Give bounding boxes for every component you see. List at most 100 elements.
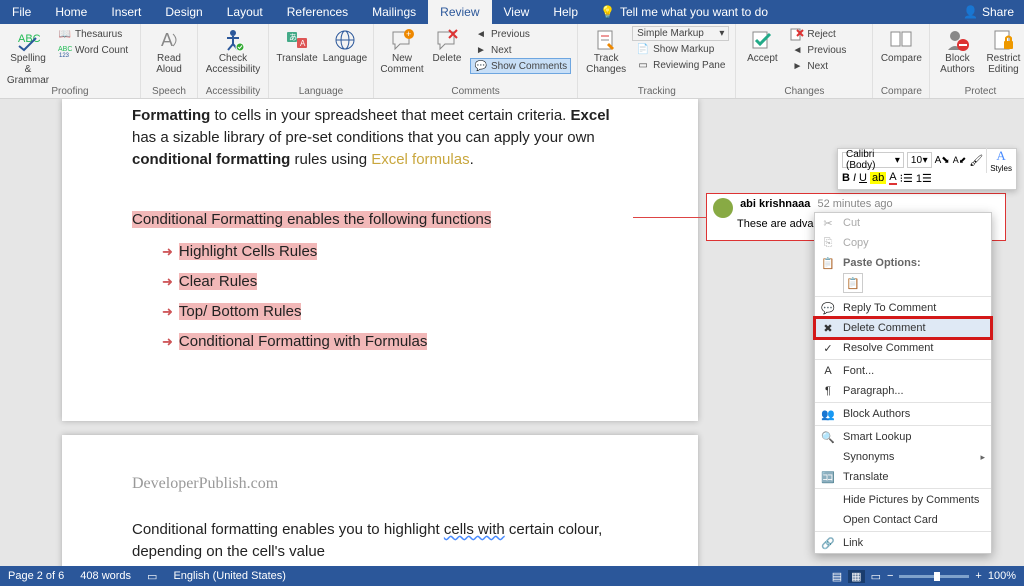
- menu-paragraph[interactable]: ¶Paragraph...: [815, 381, 991, 401]
- markup-dropdown[interactable]: Simple Markup▾: [632, 26, 729, 41]
- delete-comment-button[interactable]: Delete: [428, 26, 466, 64]
- menu-translate[interactable]: 🈁Translate: [815, 467, 991, 487]
- protect-group-label: Protect: [965, 86, 997, 98]
- compare-button[interactable]: Compare: [879, 26, 923, 64]
- menu-resolve-comment[interactable]: ✓Resolve Comment: [815, 338, 991, 358]
- font-color-button[interactable]: A: [889, 171, 896, 185]
- doc-header-watermark: DeveloperPublish.com: [62, 469, 698, 499]
- previous-change-button[interactable]: ◄Previous: [786, 42, 866, 58]
- bold-button[interactable]: B: [842, 172, 850, 184]
- readaloud-button[interactable]: A ReadAloud: [147, 26, 191, 75]
- tab-view[interactable]: View: [492, 0, 542, 24]
- show-markup-button[interactable]: 📄Show Markup: [632, 41, 729, 57]
- reviewing-pane-button[interactable]: ▭Reviewing Pane: [632, 57, 729, 73]
- check-accessibility-button[interactable]: CheckAccessibility: [204, 26, 262, 75]
- restrict-editing-button[interactable]: RestrictEditing: [982, 26, 1024, 75]
- doc-text: Conditional formatting enables you to hi…: [132, 521, 444, 538]
- changes-group-label: Changes: [784, 86, 824, 98]
- tab-design[interactable]: Design: [153, 0, 214, 24]
- next-comment-button[interactable]: ►Next: [470, 42, 571, 58]
- menu-paste-label: Paste Options:: [843, 257, 921, 269]
- styles-icon: A: [996, 148, 1005, 164]
- new-comment-button[interactable]: + NewComment: [380, 26, 424, 75]
- menu-block-authors[interactable]: 👥Block Authors: [815, 404, 991, 424]
- view-web-icon[interactable]: ▭: [871, 570, 881, 583]
- copy-icon: ⎘: [821, 236, 835, 250]
- highlight-button[interactable]: ab: [870, 172, 886, 184]
- menu-font[interactable]: AFont...: [815, 361, 991, 381]
- tab-file[interactable]: File: [0, 0, 43, 24]
- menu-contact-card[interactable]: Open Contact Card: [815, 510, 991, 530]
- styles-button[interactable]: A Styles: [986, 148, 1012, 173]
- track-changes-button[interactable]: TrackChanges: [584, 26, 628, 75]
- view-print-icon[interactable]: ▦: [848, 570, 864, 583]
- status-page[interactable]: Page 2 of 6: [8, 570, 64, 582]
- accessibility-group-label: Accessibility: [206, 86, 260, 98]
- tab-layout[interactable]: Layout: [215, 0, 275, 24]
- accept-button[interactable]: Accept: [742, 26, 782, 64]
- zoom-slider[interactable]: [899, 575, 969, 578]
- styles-label: Styles: [990, 164, 1012, 173]
- menu-delete-comment[interactable]: ✖Delete Comment: [815, 318, 991, 338]
- zoom-level[interactable]: 100%: [988, 570, 1016, 582]
- view-read-icon[interactable]: ▤: [832, 570, 842, 583]
- tab-insert[interactable]: Insert: [99, 0, 153, 24]
- zoom-out-button[interactable]: −: [887, 570, 893, 582]
- status-wordcount[interactable]: 408 words: [80, 570, 131, 582]
- numbering-button[interactable]: 1☰: [916, 172, 932, 185]
- comment-author: abi krishnaaa: [740, 198, 810, 210]
- bullets-button[interactable]: ⁝☰: [900, 172, 913, 185]
- wordcount-button[interactable]: ABC123Word Count: [54, 42, 134, 58]
- avatar: [713, 198, 733, 218]
- menu-reply-comment[interactable]: 💬Reply To Comment: [815, 298, 991, 318]
- menu-link-label: Link: [843, 537, 863, 549]
- tab-home[interactable]: Home: [43, 0, 99, 24]
- block-authors-button[interactable]: BlockAuthors: [936, 26, 978, 75]
- menu-smart-lookup[interactable]: 🔍Smart Lookup: [815, 427, 991, 447]
- font-size-select[interactable]: 10▾: [907, 152, 932, 168]
- tab-references[interactable]: References: [275, 0, 360, 24]
- format-painter-icon[interactable]: 🖌: [969, 154, 983, 167]
- next-change-button[interactable]: ►Next: [786, 58, 866, 74]
- status-language[interactable]: English (United States): [173, 570, 286, 582]
- font-family-value: Calibri (Body): [846, 149, 895, 171]
- tab-review[interactable]: Review: [428, 0, 491, 24]
- tab-help[interactable]: Help: [541, 0, 590, 24]
- thesaurus-button[interactable]: 📖Thesaurus: [54, 26, 134, 42]
- comment-connector: [633, 217, 707, 218]
- link-icon: 🔗: [821, 536, 835, 550]
- menu-synonyms[interactable]: Synonyms: [815, 447, 991, 467]
- doc-text: to cells in your spreadsheet that meet c…: [210, 107, 570, 124]
- menu-resolve-label: Resolve Comment: [843, 342, 933, 354]
- previous-comment-button[interactable]: ◄Previous: [470, 26, 571, 42]
- zoom-in-button[interactable]: +: [975, 570, 981, 582]
- show-comments-button[interactable]: 💬Show Comments: [470, 58, 571, 74]
- language-button[interactable]: Language: [323, 26, 367, 64]
- cut-icon: ✂: [821, 216, 835, 230]
- underline-button[interactable]: U: [859, 172, 867, 184]
- status-proof-icon[interactable]: ▭: [147, 570, 157, 583]
- previous-comment-label: Previous: [491, 29, 530, 40]
- reject-button[interactable]: Reject: [786, 26, 866, 42]
- doc-bullet: Highlight Cells Rules: [179, 243, 317, 260]
- menu-link[interactable]: 🔗 Link: [815, 533, 991, 553]
- document-page-2[interactable]: DeveloperPublish.com Conditional formatt…: [62, 435, 698, 566]
- share-button[interactable]: 👤 Share: [963, 5, 1014, 19]
- paste-option-keep-text[interactable]: 📋: [843, 273, 863, 293]
- tell-me[interactable]: 💡 Tell me what you want to do: [590, 5, 778, 19]
- doc-bullet: Top/ Bottom Rules: [179, 303, 302, 320]
- shrink-font-icon[interactable]: A⬋: [953, 155, 967, 166]
- group-compare: Compare Compare: [873, 24, 930, 98]
- readaloud-icon: A: [157, 28, 181, 52]
- menu-contact-label: Open Contact Card: [843, 514, 938, 526]
- tab-mailings[interactable]: Mailings: [360, 0, 428, 24]
- group-comments: + NewComment Delete ◄Previous ►Next 💬Sho…: [374, 24, 578, 98]
- translate-button[interactable]: あA Translate: [275, 26, 319, 64]
- menu-hide-pictures[interactable]: Hide Pictures by Comments: [815, 490, 991, 510]
- grow-font-icon[interactable]: A⬊: [935, 155, 950, 166]
- font-family-select[interactable]: Calibri (Body)▾: [842, 152, 904, 168]
- italic-button[interactable]: I: [853, 172, 856, 184]
- document-page-1[interactable]: Formatting to cells in your spreadsheet …: [62, 99, 698, 421]
- spelling-grammar-button[interactable]: ABC Spelling &Grammar: [6, 26, 50, 86]
- doc-bullet: Conditional Formatting with Formulas: [179, 333, 427, 350]
